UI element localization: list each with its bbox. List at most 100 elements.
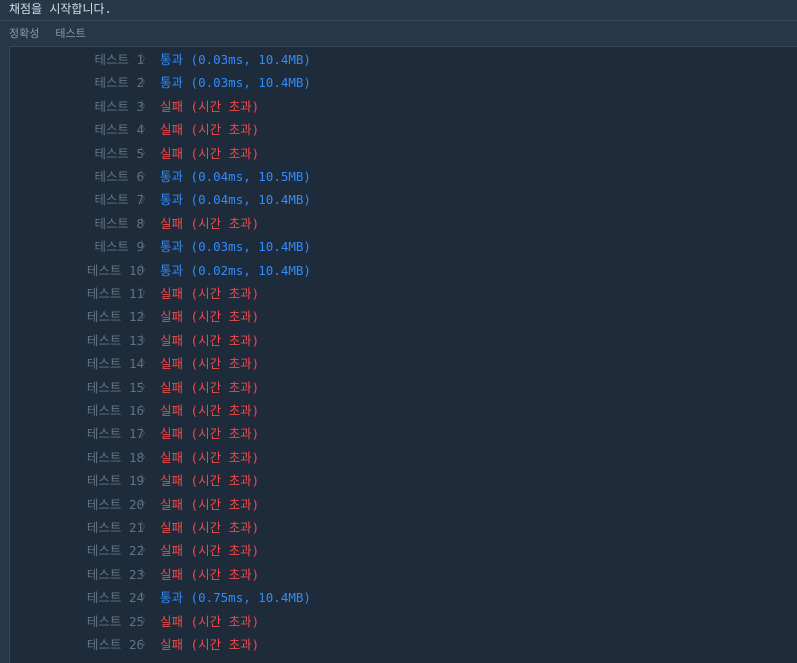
test-result-row: 테스트 12 〉 실패 (시간 초과) — [10, 305, 790, 328]
test-status: 실패 (시간 초과) — [160, 352, 259, 375]
test-status: 통과 (0.75ms, 10.4MB) — [160, 586, 311, 609]
status-word: 통과 — [160, 75, 184, 91]
status-word: 통과 — [160, 262, 184, 278]
chevron-right-icon: 〉 — [140, 379, 153, 394]
test-label: 테스트 14 — [86, 356, 144, 372]
grading-start-message: 채점을 시작합니다. — [9, 2, 112, 16]
test-status: 실패 (시간 초과) — [160, 516, 259, 539]
test-status: 실패 (시간 초과) — [160, 118, 259, 141]
test-result-row: 테스트 14 〉 실패 (시간 초과) — [10, 352, 790, 375]
tab-test[interactable]: 테스트 — [55, 25, 85, 42]
status-detail: (시간 초과) — [190, 613, 260, 629]
status-detail: (시간 초과) — [190, 98, 260, 114]
status-word: 실패 — [160, 496, 184, 512]
status-detail: (시간 초과) — [190, 145, 260, 161]
test-label: 테스트 13 — [86, 332, 144, 348]
chevron-right-icon: 〉 — [140, 122, 153, 137]
test-result-row: 테스트 20 〉 실패 (시간 초과) — [10, 493, 790, 516]
test-result-row: 테스트 17 〉 실패 (시간 초과) — [10, 422, 790, 445]
test-label: 테스트 11 — [86, 286, 144, 301]
chevron-right-icon: 〉 — [140, 169, 153, 183]
test-status: 실패 (시간 초과) — [160, 305, 259, 328]
chevron-right-icon: 〉 — [140, 52, 153, 66]
test-label: 테스트 7 — [94, 192, 144, 208]
status-word: 실패 — [160, 473, 184, 489]
status-detail: (0.02ms, 10.4MB) — [190, 262, 311, 278]
test-status: 실패 (시간 초과) — [160, 493, 259, 516]
status-detail: (시간 초과) — [190, 543, 260, 559]
test-result-row: 테스트 22 〉 실패 (시간 초과) — [10, 539, 790, 562]
status-word: 실패 — [160, 122, 184, 138]
tab-accuracy[interactable]: 정확성 — [9, 25, 39, 42]
test-status: 통과 (0.03ms, 10.4MB) — [160, 48, 311, 71]
status-detail: (시간 초과) — [190, 566, 260, 582]
test-label: 테스트 6 — [94, 169, 144, 184]
status-word: 통과 — [160, 52, 184, 67]
test-result-row: 테스트 15 〉 실패 (시간 초과) — [10, 376, 790, 399]
status-detail: (0.03ms, 10.4MB) — [190, 52, 311, 67]
test-status: 실패 (시간 초과) — [160, 282, 259, 305]
status-word: 실패 — [160, 543, 184, 559]
test-result-row: 테스트 11 〉 실패 (시간 초과) — [10, 282, 790, 305]
status-detail: (시간 초과) — [190, 122, 260, 138]
test-label: 테스트 15 — [86, 379, 144, 395]
header-divider — [0, 20, 797, 21]
status-detail: (시간 초과) — [190, 215, 260, 231]
test-status: 실패 (시간 초과) — [160, 610, 259, 633]
status-detail: (시간 초과) — [190, 379, 260, 395]
chevron-right-icon: 〉 — [140, 145, 153, 160]
test-result-row: 테스트 1 〉 통과 (0.03ms, 10.4MB) — [10, 48, 790, 71]
chevron-right-icon: 〉 — [140, 449, 153, 464]
status-detail: (시간 초과) — [190, 286, 260, 301]
status-detail: (시간 초과) — [190, 403, 260, 418]
status-word: 실패 — [160, 613, 184, 629]
test-status: 실패 (시간 초과) — [160, 469, 259, 492]
test-label: 테스트 17 — [86, 426, 144, 442]
chevron-right-icon: 〉 — [140, 520, 153, 534]
test-label: 테스트 26 — [86, 637, 144, 652]
test-label: 테스트 9 — [94, 239, 144, 255]
test-result-row: 테스트 10 〉 통과 (0.02ms, 10.4MB) — [10, 259, 790, 282]
test-label: 테스트 22 — [86, 543, 144, 559]
test-status: 실패 (시간 초과) — [160, 446, 259, 469]
status-word: 실패 — [160, 520, 184, 535]
chevron-right-icon: 〉 — [140, 590, 153, 605]
grading-console: 채점을 시작합니다. 정확성 테스트 테스트 1 〉 통과 (0.03ms, 10.… — [0, 0, 797, 663]
test-result-row: 테스트 21 〉 실패 (시간 초과) — [10, 516, 790, 539]
status-detail: (시간 초과) — [190, 309, 260, 325]
test-label: 테스트 12 — [86, 309, 144, 325]
test-result-row: 테스트 24 〉 통과 (0.75ms, 10.4MB) — [10, 586, 790, 609]
status-word: 실패 — [160, 637, 184, 652]
chevron-right-icon: 〉 — [140, 309, 153, 324]
test-status: 실패 (시간 초과) — [160, 563, 259, 586]
status-word: 실패 — [160, 403, 184, 418]
test-result-row: 테스트 16 〉 실패 (시간 초과) — [10, 399, 790, 422]
status-detail: (0.03ms, 10.4MB) — [190, 75, 311, 91]
test-result-row: 테스트 26 〉 실패 (시간 초과) — [10, 633, 790, 656]
status-word: 실패 — [160, 145, 184, 161]
status-detail: (시간 초과) — [190, 426, 260, 442]
test-result-row: 테스트 6 〉 통과 (0.04ms, 10.5MB) — [10, 165, 790, 188]
chevron-right-icon: 〉 — [140, 356, 153, 371]
test-status: 실패 (시간 초과) — [160, 633, 259, 656]
status-word: 통과 — [160, 239, 184, 255]
test-label: 테스트 4 — [94, 122, 144, 138]
chevron-right-icon: 〉 — [140, 98, 153, 113]
test-label: 테스트 3 — [94, 98, 144, 114]
test-label: 테스트 2 — [94, 75, 144, 91]
test-result-row: 테스트 19 〉 실패 (시간 초과) — [10, 469, 790, 492]
test-status: 실패 (시간 초과) — [160, 95, 259, 118]
test-result-row: 테스트 9 〉 통과 (0.03ms, 10.4MB) — [10, 235, 790, 258]
chevron-right-icon: 〉 — [140, 215, 153, 230]
test-result-row: 테스트 3 〉 실패 (시간 초과) — [10, 95, 790, 118]
test-label: 테스트 24 — [86, 590, 144, 606]
status-word: 실패 — [160, 332, 184, 348]
chevron-right-icon: 〉 — [140, 332, 153, 347]
test-label: 테스트 23 — [86, 566, 144, 582]
test-status: 실패 (시간 초과) — [160, 142, 259, 165]
status-detail: (시간 초과) — [190, 449, 260, 465]
status-word: 통과 — [160, 169, 184, 184]
test-result-row: 테스트 5 〉 실패 (시간 초과) — [10, 142, 790, 165]
test-status: 실패 (시간 초과) — [160, 399, 259, 422]
test-status: 통과 (0.02ms, 10.4MB) — [160, 259, 311, 282]
